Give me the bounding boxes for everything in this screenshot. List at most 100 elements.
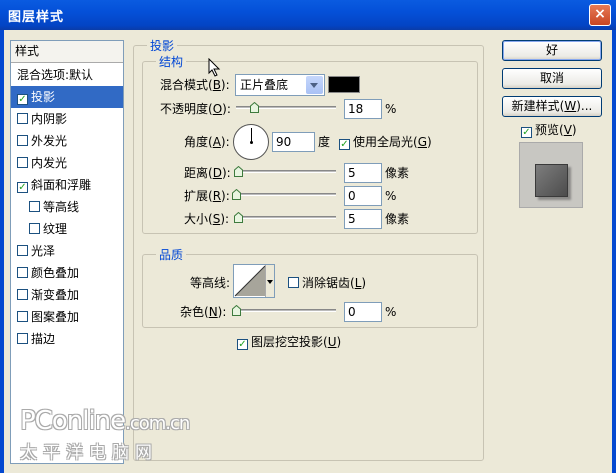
cancel-button[interactable]: 取消 [502, 68, 602, 89]
spread-slider-track[interactable] [236, 193, 336, 196]
style-item-checkbox[interactable] [17, 113, 28, 124]
style-item-checkbox[interactable]: ✓ [17, 94, 28, 105]
size-label: 大小(S): [184, 212, 230, 226]
preview-checkbox[interactable]: ✓ 预览(V) [521, 122, 577, 138]
contour-preview-icon [234, 265, 266, 297]
style-item[interactable]: 内发光 [11, 152, 123, 174]
angle-dial-center [250, 141, 253, 144]
opacity-slider-thumb[interactable] [250, 102, 259, 113]
style-item-label: 光泽 [31, 244, 56, 258]
noise-input[interactable]: 0 [344, 302, 382, 322]
style-item-label: 内发光 [31, 156, 68, 170]
noise-slider-thumb[interactable] [232, 305, 241, 316]
style-item-checkbox[interactable]: ✓ [17, 182, 28, 193]
size-slider-thumb[interactable] [234, 212, 243, 223]
distance-input[interactable]: 5 [344, 163, 382, 183]
global-light-check: ✓ [339, 139, 350, 150]
style-item-label: 等高线 [43, 200, 80, 214]
ok-button[interactable]: 好 [502, 40, 602, 61]
opacity-label: 不透明度(O): [160, 102, 231, 116]
opacity-unit: % [385, 102, 397, 116]
style-item[interactable]: 颜色叠加 [11, 262, 123, 284]
angle-input[interactable]: 90 [272, 132, 315, 152]
window-border-right [612, 30, 616, 473]
style-item[interactable]: ✓ 投影 [11, 86, 123, 108]
style-item-label: 图案叠加 [31, 310, 80, 324]
style-item-checkbox[interactable] [17, 267, 28, 278]
angle-dial[interactable] [233, 124, 269, 160]
style-item[interactable]: 外发光 [11, 130, 123, 152]
style-item-label: 投影 [31, 90, 56, 104]
window-border-left [0, 30, 4, 473]
contour-label: 等高线: [190, 276, 231, 290]
style-item-label: 颜色叠加 [31, 266, 80, 280]
distance-slider-track[interactable] [236, 170, 336, 173]
shadow-color-swatch[interactable] [328, 76, 360, 93]
preview-square [535, 164, 568, 197]
anti-alias-checkbox[interactable]: 消除锯齿(L) [288, 275, 366, 291]
close-button[interactable]: × [589, 4, 611, 26]
style-item[interactable]: 光泽 [11, 240, 123, 262]
style-item-checkbox[interactable] [17, 245, 28, 256]
style-item-label: 纹理 [43, 222, 68, 236]
contour-picker[interactable] [233, 264, 275, 298]
size-unit: 像素 [385, 212, 410, 226]
angle-label: 角度(A): [184, 135, 230, 149]
preview-check: ✓ [521, 127, 532, 138]
distance-label: 距离(D): [184, 166, 231, 180]
blend-mode-label: 混合模式(B): [160, 78, 230, 92]
spread-label: 扩展(R): [184, 189, 230, 203]
size-input[interactable]: 5 [344, 209, 382, 229]
spread-slider-thumb[interactable] [232, 189, 241, 200]
blend-mode-select[interactable]: 正片叠底 [235, 74, 325, 96]
style-item-label: 斜面和浮雕 [31, 178, 92, 192]
style-item-label: 渐变叠加 [31, 288, 80, 302]
style-item-checkbox[interactable] [17, 135, 28, 146]
knockout-check: ✓ [237, 339, 248, 350]
blend-options-item[interactable]: 混合选项:默认 [11, 64, 123, 86]
style-item-label: 外发光 [31, 134, 68, 148]
style-item[interactable]: 内阴影 [11, 108, 123, 130]
style-item[interactable]: 图案叠加 [11, 306, 123, 328]
style-item[interactable]: 纹理 [11, 218, 123, 240]
style-item[interactable]: 描边 [11, 328, 123, 350]
layer-knockout-checkbox[interactable]: ✓ 图层挖空投影(U) [237, 334, 341, 350]
contour-dropdown-arrow-icon[interactable] [265, 265, 274, 297]
pconline-watermark: PConline.com.cn 太平洋电脑网 [20, 406, 190, 463]
anti-alias-check [288, 277, 299, 288]
style-preview [519, 142, 583, 208]
style-item-checkbox[interactable] [29, 201, 40, 212]
spread-input[interactable]: 0 [344, 186, 382, 206]
noise-label: 杂色(N): [180, 305, 227, 319]
noise-slider-track[interactable] [236, 309, 336, 312]
style-item-checkbox[interactable] [17, 311, 28, 322]
new-style-button[interactable]: 新建样式(W)... [502, 96, 602, 117]
opacity-input[interactable]: 18 [344, 99, 382, 119]
style-item-checkbox[interactable] [17, 289, 28, 300]
title-bar: 图层样式 × [0, 0, 616, 30]
style-item-label: 内阴影 [31, 112, 68, 126]
size-slider-track[interactable] [236, 216, 336, 219]
watermark-chinese: 太平洋电脑网 [20, 443, 158, 463]
window-title: 图层样式 [8, 10, 65, 25]
style-item[interactable]: 等高线 [11, 196, 123, 218]
distance-slider-thumb[interactable] [234, 166, 243, 177]
watermark-domain: .com.cn [125, 413, 190, 434]
style-item-checkbox[interactable] [17, 333, 28, 344]
arrow-cursor-icon [208, 58, 221, 77]
noise-unit: % [385, 305, 397, 319]
angle-unit: 度 [318, 135, 331, 149]
style-item-checkbox[interactable] [29, 223, 40, 234]
blend-mode-value: 正片叠底 [240, 78, 289, 92]
structure-group-title: 结构 [156, 55, 187, 69]
style-item[interactable]: 渐变叠加 [11, 284, 123, 306]
quality-group-title: 品质 [156, 248, 187, 262]
use-global-light-checkbox[interactable]: ✓ 使用全局光(G) [339, 134, 432, 150]
style-item-checkbox[interactable] [17, 157, 28, 168]
style-item[interactable]: ✓ 斜面和浮雕 [11, 174, 123, 196]
drop-shadow-section-title: 投影 [147, 39, 178, 53]
style-item-label: 描边 [31, 332, 56, 346]
watermark-brand: PConline [20, 406, 126, 436]
style-list-header: 样式 [11, 41, 123, 63]
distance-unit: 像素 [385, 166, 410, 180]
